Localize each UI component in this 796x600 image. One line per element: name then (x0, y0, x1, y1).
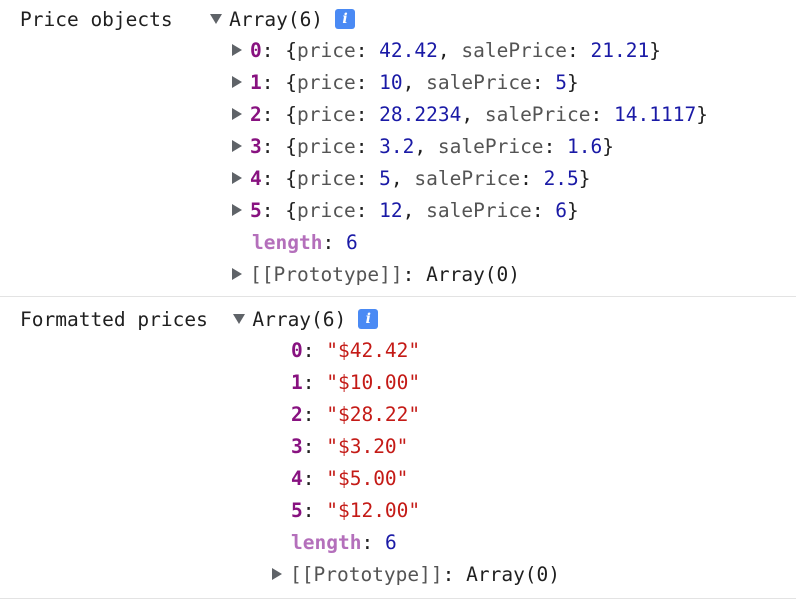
console-log-label: Price objects (20, 8, 173, 31)
info-icon[interactable]: i (358, 308, 379, 329)
entry-index: 3 (250, 135, 262, 158)
entry-index: 1 (291, 371, 303, 394)
prototype-row[interactable]: [[Prototype]]: Array(0) (272, 559, 560, 591)
entry-price-value: 3.2 (379, 135, 415, 158)
array-entry-row: 0: "$42.42" (291, 339, 421, 362)
entry-saleprice-value: 14.1117 (614, 103, 697, 126)
entry-saleprice-key: salePrice (437, 135, 544, 158)
entry-saleprice-key: salePrice (426, 71, 532, 94)
entry-price-value: 10 (379, 71, 403, 94)
entry-price-value: 12 (379, 199, 403, 222)
entry-saleprice-value: 2.5 (543, 167, 579, 190)
console-log-line: Price objects Array(6) i (20, 4, 356, 36)
array-entry-row[interactable]: 3: {price: 3.2, salePrice: 1.6} (232, 131, 614, 163)
entry-index: 1 (250, 71, 262, 94)
array-entry-row: 2: "$28.22" (291, 403, 421, 426)
triangle-right-icon[interactable] (232, 139, 242, 152)
array-entry-row[interactable]: 2: {price: 28.2234, salePrice: 14.1117} (232, 99, 708, 131)
console-message-divider (0, 598, 796, 599)
entry-index: 0 (291, 339, 303, 362)
entry-string-value: "$28.22" (326, 403, 421, 426)
entry-index: 3 (291, 435, 303, 458)
array-entry-row[interactable]: 0: {price: 42.42, salePrice: 21.21} (232, 35, 661, 67)
triangle-down-icon[interactable] (233, 313, 246, 324)
array-entry-row: 5: "$12.00" (291, 499, 421, 522)
entry-string-value: "$42.42" (326, 339, 421, 362)
entry-string-value: "$10.00" (326, 371, 421, 394)
array-summary[interactable]: Array(6) (229, 8, 323, 31)
length-value: 6 (384, 531, 397, 554)
entry-saleprice-key: salePrice (426, 199, 532, 222)
entry-saleprice-key: salePrice (484, 103, 591, 126)
entry-price-key: price (296, 71, 356, 94)
entry-index: 4 (250, 167, 262, 190)
triangle-right-icon[interactable] (232, 107, 242, 120)
console-message-price-objects: Price objects Array(6) i 0: {price: 42.42… (0, 0, 796, 296)
console-log-line: Formatted prices Array(6) i (20, 304, 379, 336)
prototype-key: [[Prototype]] (250, 263, 403, 286)
entry-saleprice-key: salePrice (461, 39, 568, 62)
entry-index: 0 (250, 39, 262, 62)
length-key: length (291, 531, 362, 554)
entry-price-key: price (296, 135, 356, 158)
triangle-right-icon[interactable] (232, 75, 242, 88)
array-length-row: length: 6 (291, 531, 397, 554)
entry-price-key: price (296, 167, 356, 190)
entry-price-value: 5 (379, 167, 391, 190)
entry-string-value: "$5.00" (326, 467, 409, 490)
entry-index: 5 (291, 499, 303, 522)
entry-index: 2 (250, 103, 262, 126)
entry-price-key: price (296, 39, 356, 62)
console-log-label: Formatted prices (20, 308, 208, 331)
triangle-right-icon[interactable] (232, 43, 242, 56)
entry-saleprice-value: 21.21 (590, 39, 650, 62)
entry-price-key: price (296, 199, 356, 222)
entry-price-value: 28.2234 (379, 103, 462, 126)
array-entry-row: 4: "$5.00" (291, 467, 409, 490)
entry-saleprice-value: 1.6 (567, 135, 603, 158)
triangle-right-icon[interactable] (232, 171, 242, 184)
array-entry-row[interactable]: 4: {price: 5, salePrice: 2.5} (232, 163, 591, 195)
entry-price-key: price (296, 103, 356, 126)
triangle-right-icon[interactable] (232, 203, 242, 216)
triangle-down-icon[interactable] (210, 13, 223, 24)
array-entry-row: 3: "$3.20" (291, 435, 409, 458)
prototype-key: [[Prototype]] (290, 563, 443, 586)
prototype-value: Array(0) (426, 263, 521, 286)
entry-index: 4 (291, 467, 303, 490)
array-summary[interactable]: Array(6) (252, 308, 346, 331)
triangle-right-icon[interactable] (272, 567, 282, 580)
array-entry-row: 1: "$10.00" (291, 371, 421, 394)
array-entry-row[interactable]: 5: {price: 12, salePrice: 6} (232, 195, 579, 227)
length-key: length (252, 231, 323, 254)
entry-price-value: 42.42 (379, 39, 438, 62)
entry-saleprice-value: 6 (555, 199, 568, 222)
info-icon[interactable]: i (335, 8, 356, 29)
length-value: 6 (345, 231, 358, 254)
entry-string-value: "$12.00" (326, 499, 421, 522)
prototype-value: Array(0) (466, 563, 561, 586)
entry-index: 5 (250, 199, 262, 222)
triangle-right-icon[interactable] (232, 267, 242, 280)
console-message-formatted-prices: Formatted prices Array(6) i 0: "$42.42" 1… (0, 297, 796, 599)
entry-saleprice-key: salePrice (414, 167, 521, 190)
array-length-row: length: 6 (252, 231, 358, 254)
entry-string-value: "$3.20" (326, 435, 409, 458)
entry-saleprice-value: 5 (555, 71, 568, 94)
array-entry-row[interactable]: 1: {price: 10, salePrice: 5} (232, 67, 579, 99)
prototype-row[interactable]: [[Prototype]]: Array(0) (232, 259, 520, 291)
entry-index: 2 (291, 403, 303, 426)
